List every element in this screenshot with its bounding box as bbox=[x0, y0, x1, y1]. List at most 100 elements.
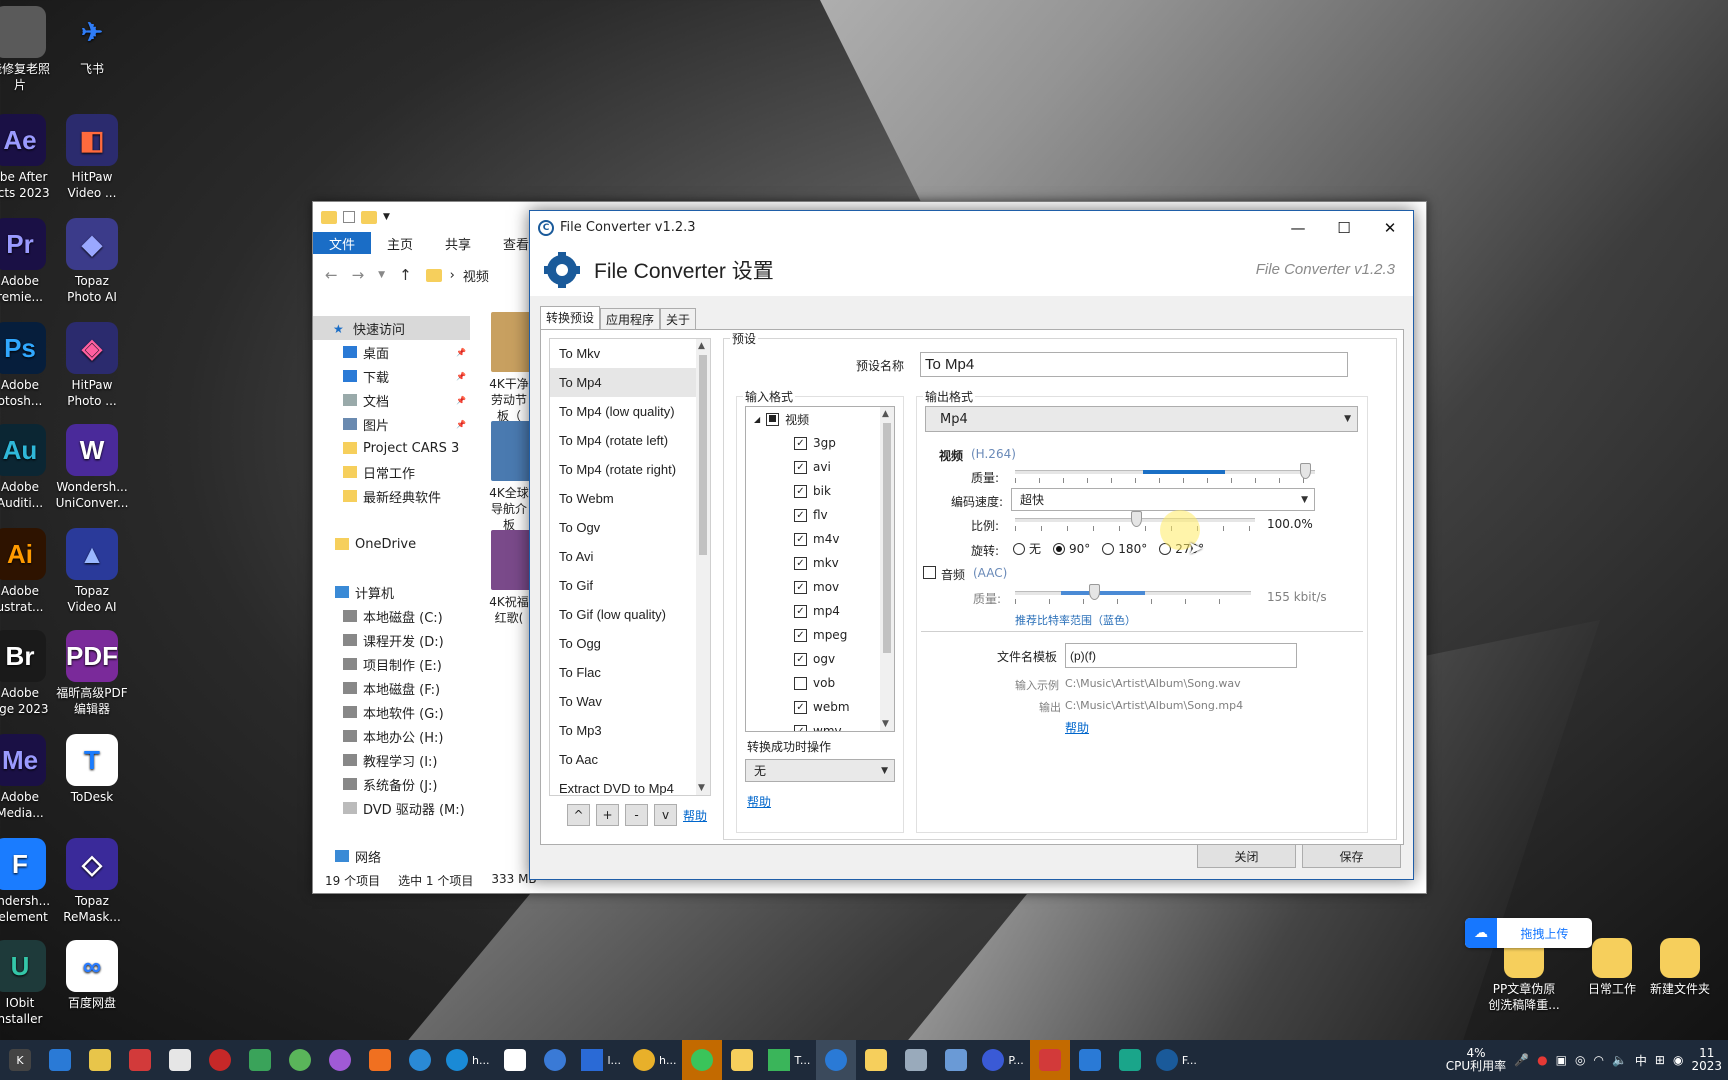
format-checkbox[interactable] bbox=[794, 676, 807, 690]
taskbar-app-20[interactable] bbox=[816, 1040, 857, 1080]
video-quality-slider[interactable] bbox=[1015, 463, 1315, 483]
format-item[interactable]: ✓ mpeg bbox=[746, 623, 894, 647]
taskbar-app-5[interactable] bbox=[160, 1040, 200, 1080]
audio-checkbox[interactable] bbox=[923, 566, 936, 579]
scrollbar-thumb[interactable] bbox=[883, 423, 891, 653]
format-tree-scrollbar[interactable]: ▲ ▼ bbox=[880, 407, 894, 731]
format-checkbox[interactable]: ✓ bbox=[794, 436, 807, 450]
back-arrow-icon[interactable]: ← bbox=[325, 266, 338, 284]
nav-item[interactable]: 课程开发 (D:) bbox=[313, 628, 470, 652]
format-checkbox[interactable]: ✓ bbox=[794, 604, 807, 618]
taskbar-chrome[interactable]: h... bbox=[627, 1049, 682, 1071]
taskbar-app-10[interactable] bbox=[360, 1040, 400, 1080]
taskbar-app-14[interactable] bbox=[535, 1040, 575, 1080]
help-link[interactable]: 帮助 bbox=[1065, 719, 1089, 736]
nav-item[interactable]: DVD 驱动器 (M:) U bbox=[313, 796, 470, 820]
chevron-down-icon[interactable]: ▼ bbox=[383, 212, 390, 222]
desktop-shortcut[interactable]: ◈ HitPaw Photo ... bbox=[50, 322, 134, 409]
nav-item[interactable]: 桌面 📌 bbox=[313, 340, 470, 364]
preset-item[interactable]: To Gif (low quality) bbox=[550, 600, 710, 629]
nav-item[interactable]: 计算机 bbox=[313, 580, 470, 604]
preset-list-scrollbar[interactable]: ▲ ▼ bbox=[696, 339, 710, 795]
desktop-shortcut[interactable]: 新建文件夹 bbox=[1642, 938, 1718, 997]
nav-item[interactable]: 日常工作 bbox=[313, 460, 470, 484]
taskbar-app-4[interactable] bbox=[120, 1040, 160, 1080]
taskbar-app-7[interactable] bbox=[240, 1040, 280, 1080]
radio-button[interactable] bbox=[1053, 542, 1066, 555]
format-checkbox[interactable]: ✓ bbox=[794, 532, 807, 546]
tab-about[interactable]: 关于 bbox=[660, 308, 697, 329]
help-link[interactable]: 帮助 bbox=[683, 807, 707, 824]
preset-item[interactable]: To Gif bbox=[550, 571, 710, 600]
tray-app-icon[interactable]: ◎ bbox=[1575, 1053, 1585, 1067]
nav-item[interactable]: 本地软件 (G:) bbox=[313, 700, 470, 724]
audio-quality-slider[interactable] bbox=[1015, 584, 1251, 604]
cpu-monitor[interactable]: 4% CPU利用率 bbox=[1446, 1047, 1506, 1073]
desktop-shortcut[interactable]: PDF 福昕高级PDF 编辑器 bbox=[50, 630, 134, 717]
nav-item[interactable]: OneDrive bbox=[313, 532, 470, 556]
taskbar-file-converter[interactable]: F... bbox=[1150, 1049, 1203, 1071]
slider-handle[interactable] bbox=[1089, 584, 1100, 600]
chevron-down-icon[interactable]: ▼ bbox=[378, 270, 385, 280]
rotation-option[interactable]: 180° bbox=[1102, 540, 1147, 557]
ribbon-tab-share[interactable]: 共享 bbox=[429, 232, 487, 254]
chevron-down-icon[interactable]: ▼ bbox=[698, 783, 705, 793]
radio-button[interactable] bbox=[1013, 542, 1025, 555]
tri-state-checkbox[interactable] bbox=[766, 412, 780, 426]
minimize-button[interactable]: — bbox=[1275, 211, 1321, 244]
nav-item[interactable]: 教程学习 (I:) bbox=[313, 748, 470, 772]
close-dialog-button[interactable]: 关闭 bbox=[1197, 844, 1296, 868]
format-item[interactable]: ✓ webm bbox=[746, 695, 894, 719]
preset-item[interactable]: To Mkv bbox=[550, 339, 710, 368]
taskbar-app-3[interactable] bbox=[80, 1040, 120, 1080]
desktop-shortcut[interactable]: W Wondersh... UniConver... bbox=[50, 424, 134, 511]
record-icon[interactable]: ● bbox=[1537, 1053, 1547, 1067]
preset-name-input[interactable]: To Mp4 bbox=[920, 352, 1348, 377]
address-path[interactable]: › 视频 bbox=[425, 266, 489, 285]
format-checkbox[interactable]: ✓ bbox=[794, 484, 807, 498]
nav-item[interactable]: 项目制作 (E:) bbox=[313, 652, 470, 676]
preset-item[interactable]: To Mp4 (rotate left) bbox=[550, 426, 710, 455]
pin-icon[interactable]: 📌 bbox=[456, 372, 470, 381]
taskbar-edge[interactable]: h... bbox=[440, 1049, 495, 1071]
desktop-shortcut[interactable]: ◇ Topaz ReMask... bbox=[50, 838, 134, 925]
format-checkbox[interactable]: ✓ bbox=[794, 652, 807, 666]
format-item[interactable]: ✓ bik bbox=[746, 479, 894, 503]
input-format-tree[interactable]: ◢ 视频 ✓ 3gp ✓ avi ✓ bik ✓ flv ✓ m4v ✓ mkv ✓ mov ✓ mp4 ✓ mp… bbox=[745, 406, 895, 732]
clock[interactable]: 11 2023 bbox=[1691, 1047, 1722, 1073]
format-item[interactable]: ✓ m4v bbox=[746, 527, 894, 551]
tab-presets[interactable]: 转换预设 bbox=[540, 306, 601, 329]
preset-item[interactable]: To Aac bbox=[550, 745, 710, 774]
taskbar-123[interactable]: l... bbox=[575, 1049, 627, 1071]
taskbar-wechat[interactable] bbox=[682, 1040, 723, 1080]
nav-item[interactable]: ★ 快速访问 bbox=[313, 316, 470, 340]
desktop-shortcut[interactable]: ✈ 飞书 bbox=[50, 6, 134, 77]
taskbar-app-23[interactable] bbox=[936, 1040, 976, 1080]
encoding-speed-select[interactable]: 超快 ▼ bbox=[1011, 488, 1315, 511]
add-preset-button[interactable]: + bbox=[596, 804, 619, 826]
tray-app-icon[interactable]: ⊞ bbox=[1655, 1053, 1665, 1067]
preset-item[interactable]: To Flac bbox=[550, 658, 710, 687]
video-thumbnail[interactable] bbox=[491, 421, 531, 481]
desktop-shortcut[interactable]: ∞ 百度网盘 bbox=[50, 940, 134, 1011]
ribbon-tab-file[interactable]: 文件 bbox=[313, 232, 372, 254]
format-checkbox[interactable]: ✓ bbox=[794, 556, 807, 570]
preset-item[interactable]: To Wav bbox=[550, 687, 710, 716]
nav-item[interactable]: 本地磁盘 (F:) bbox=[313, 676, 470, 700]
remove-preset-button[interactable]: - bbox=[625, 804, 648, 826]
format-item[interactable]: vob bbox=[746, 671, 894, 695]
format-checkbox[interactable]: ✓ bbox=[794, 700, 807, 714]
taskbar-app-11[interactable] bbox=[400, 1040, 440, 1080]
video-thumbnail[interactable] bbox=[491, 530, 531, 590]
desktop-shortcut[interactable]: T ToDesk bbox=[50, 734, 134, 805]
volume-icon[interactable]: 🔈 bbox=[1612, 1053, 1627, 1067]
taskbar-app-13[interactable] bbox=[495, 1040, 535, 1080]
format-item[interactable]: ✓ flv bbox=[746, 503, 894, 527]
nav-item[interactable]: 系统备份 (J:) bbox=[313, 772, 470, 796]
pin-icon[interactable]: 📌 bbox=[456, 396, 470, 405]
format-item[interactable]: ✓ 3gp bbox=[746, 431, 894, 455]
forward-arrow-icon[interactable]: → bbox=[352, 266, 365, 284]
maximize-button[interactable]: ☐ bbox=[1321, 211, 1367, 244]
taskbar-app-6[interactable] bbox=[200, 1040, 240, 1080]
format-item[interactable]: ✓ mkv bbox=[746, 551, 894, 575]
